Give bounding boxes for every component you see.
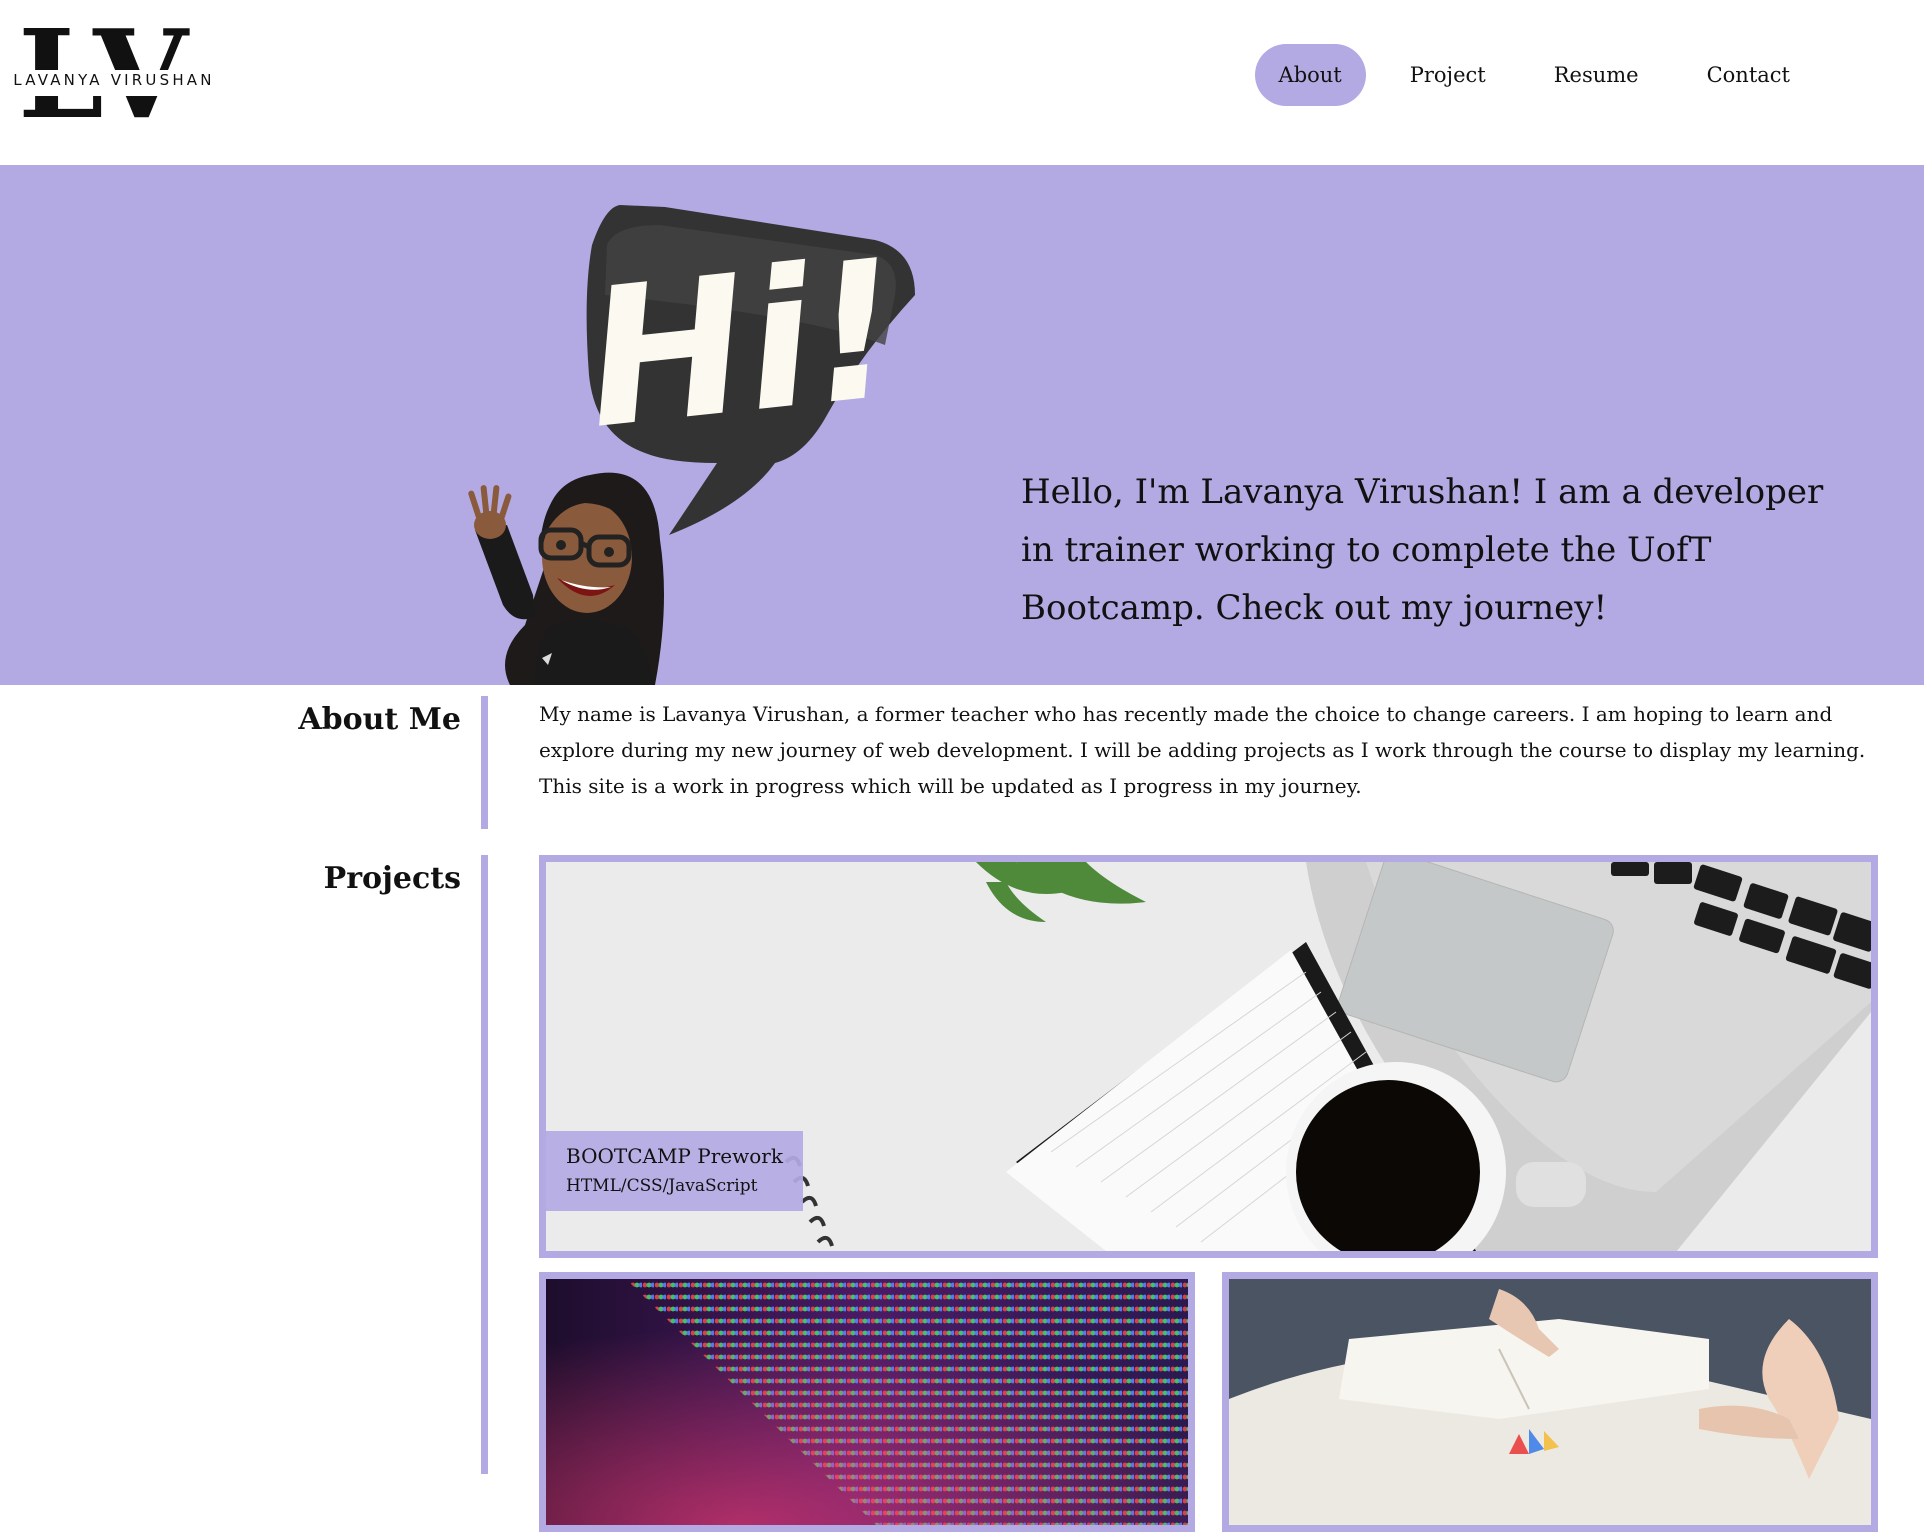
- nav-item-resume[interactable]: Resume: [1530, 44, 1663, 106]
- logo-name: LAVANYA VIRUSHAN: [13, 71, 215, 89]
- project-card-2[interactable]: [539, 1272, 1195, 1532]
- project-image-led-screen: [546, 1279, 1188, 1525]
- avatar-illustration: Hi!: [468, 205, 915, 685]
- projects-divider: [481, 855, 488, 1474]
- projects-title: Projects: [323, 861, 461, 896]
- project-image-notebook-study: [1229, 1279, 1871, 1525]
- speech-bubble-text: Hi!: [577, 218, 909, 470]
- about-divider: [481, 696, 488, 829]
- hero-banner: Hi! Hello, I'm Lavanya Virushan! I am a …: [0, 165, 1924, 685]
- nav-item-about[interactable]: About: [1254, 44, 1366, 106]
- nav-item-project[interactable]: Project: [1386, 44, 1510, 106]
- main-nav: About Project Resume Contact: [1254, 44, 1814, 106]
- about-body: My name is Lavanya Virushan, a former te…: [539, 702, 1866, 798]
- nav-item-contact[interactable]: Contact: [1683, 44, 1814, 106]
- project-tech: HTML/CSS/JavaScript: [566, 1176, 758, 1196]
- project-caption: BOOTCAMP Prework HTML/CSS/JavaScript: [546, 1131, 803, 1211]
- about-title: About Me: [298, 702, 461, 737]
- hero-intro: Hello, I'm Lavanya Virushan! I am a deve…: [1021, 472, 1824, 628]
- project-card-3[interactable]: [1222, 1272, 1878, 1532]
- site-logo[interactable]: LV LAVANYA VIRUSHAN: [12, 4, 216, 144]
- project-title: BOOTCAMP Prework: [566, 1144, 783, 1168]
- project-card-prework[interactable]: BOOTCAMP Prework HTML/CSS/JavaScript: [539, 855, 1878, 1258]
- site-header: LV LAVANYA VIRUSHAN About Project Resume…: [0, 0, 1924, 165]
